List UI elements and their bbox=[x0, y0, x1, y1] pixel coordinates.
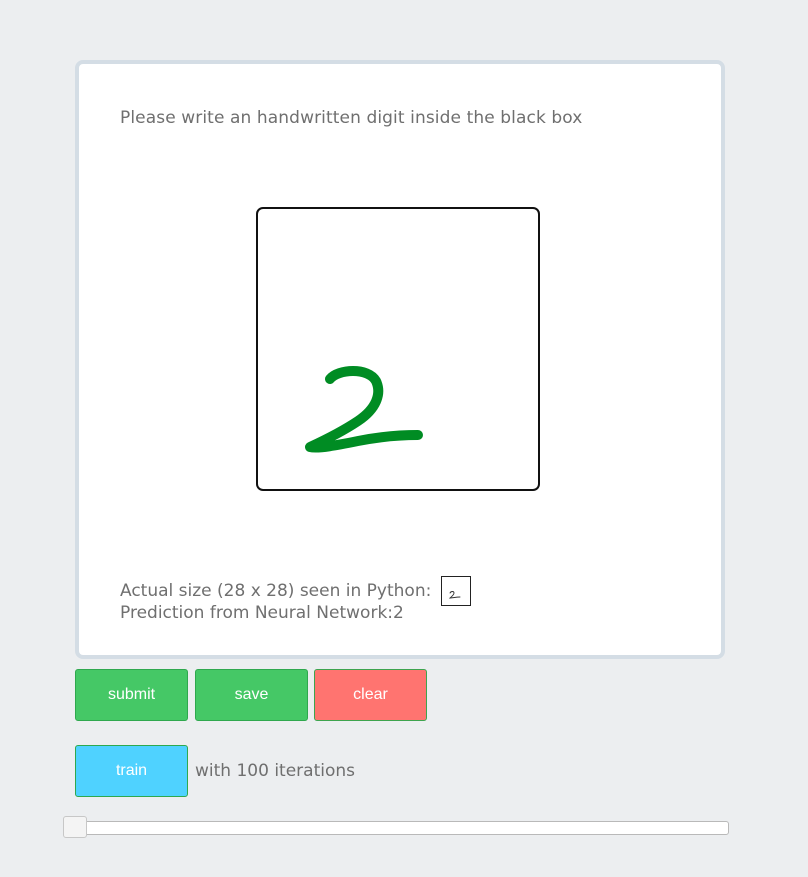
iterations-slider-track[interactable] bbox=[63, 821, 729, 835]
preview-label: Actual size (28 x 28) seen in Python: bbox=[120, 581, 432, 601]
submit-button[interactable]: submit bbox=[75, 669, 188, 721]
prediction-line: Prediction from Neural Network:2 bbox=[120, 603, 404, 623]
thumbnail-digit-drawing bbox=[448, 591, 461, 599]
digit-stroke bbox=[305, 366, 423, 453]
prediction-value: 2 bbox=[393, 603, 404, 623]
iterations-label: with 100 iterations bbox=[195, 761, 355, 781]
preview-thumbnail bbox=[440, 576, 471, 606]
iterations-slider-handle[interactable] bbox=[63, 816, 87, 838]
drawing-card: Please write an handwritten digit inside… bbox=[75, 60, 725, 659]
train-button[interactable]: train bbox=[75, 745, 188, 797]
clear-button[interactable]: clear bbox=[314, 669, 427, 721]
instruction-text: Please write an handwritten digit inside… bbox=[120, 108, 583, 128]
preview-line: Actual size (28 x 28) seen in Python: bbox=[120, 576, 471, 606]
drawing-canvas[interactable] bbox=[256, 207, 540, 491]
handwritten-digit-drawing bbox=[305, 366, 423, 453]
save-button[interactable]: save bbox=[195, 669, 308, 721]
prediction-label: Prediction from Neural Network: bbox=[120, 603, 394, 623]
